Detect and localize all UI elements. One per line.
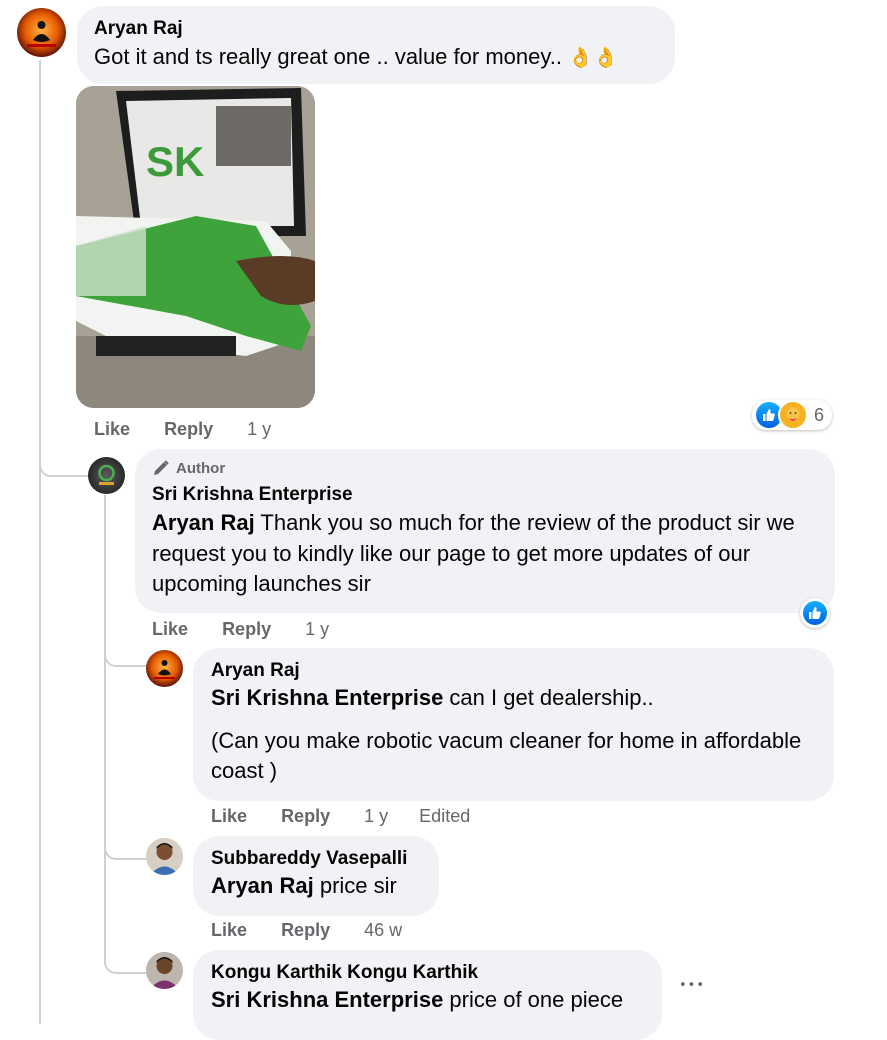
reply-button[interactable]: Reply — [164, 419, 213, 439]
comment-author[interactable]: Subbareddy Vasepalli — [211, 848, 421, 870]
comment-author[interactable]: Sri Krishna Enterprise — [152, 484, 818, 506]
comment-photo[interactable]: SK — [76, 86, 315, 408]
comment-author[interactable]: Aryan Raj — [94, 18, 658, 40]
mention-link[interactable]: Sri Krishna Enterprise — [211, 685, 443, 710]
author-badge-label: Author — [176, 459, 226, 477]
comment-actions: Like Reply 46 w — [211, 920, 402, 941]
pencil-icon — [154, 460, 169, 475]
comment-body: can I get dealership.. — [443, 685, 654, 710]
thread-line-reply — [104, 495, 106, 965]
page-logo-icon — [98, 464, 115, 485]
thread-connector — [104, 645, 146, 667]
reply-button[interactable]: Reply — [281, 806, 330, 826]
timestamp[interactable]: 1 y — [364, 806, 388, 826]
comment-text: Sri Krishna Enterprise can I get dealers… — [211, 683, 816, 714]
svg-text:SK: SK — [146, 138, 204, 185]
avatar[interactable] — [88, 457, 125, 494]
avatar[interactable] — [146, 952, 183, 989]
comment-text: Aryan Raj price sir — [211, 871, 421, 902]
comment-bubble: Author Sri Krishna Enterprise Aryan Raj … — [135, 449, 835, 613]
comment-text-paragraph: (Can you make robotic vacum cleaner for … — [211, 727, 802, 784]
mention-link[interactable]: Aryan Raj — [152, 510, 255, 535]
reply-button[interactable]: Reply — [222, 619, 271, 639]
comment-bubble: Aryan Raj Sri Krishna Enterprise can I g… — [193, 648, 834, 801]
timestamp[interactable]: 1 y — [305, 619, 329, 639]
timestamp[interactable]: 46 w — [364, 920, 402, 940]
mention-link[interactable]: Aryan Raj — [211, 873, 314, 898]
comment-bubble: Subbareddy Vasepalli Aryan Raj price sir — [193, 836, 439, 916]
comment-body: price of one piece — [443, 987, 624, 1012]
comment-author[interactable]: Kongu Karthik Kongu Karthik — [211, 962, 644, 984]
like-reaction-icon[interactable] — [800, 598, 830, 628]
reaction-summary[interactable]: 6 — [752, 400, 832, 430]
comment-body: price sir — [313, 873, 397, 898]
comment-text: Sri Krishna Enterprise price of one piec… — [211, 985, 644, 1016]
more-options-button[interactable]: ••• — [679, 978, 705, 993]
comment-text: Got it and ts really great one .. value … — [94, 42, 658, 73]
author-badge: Author — [152, 459, 818, 477]
comment-actions: Like Reply 1 y — [152, 619, 329, 640]
like-button[interactable]: Like — [94, 419, 130, 439]
like-button[interactable]: Like — [152, 619, 188, 639]
person-photo — [146, 838, 183, 875]
thumbs-up-icon — [803, 601, 827, 625]
reply-button[interactable]: Reply — [281, 920, 330, 940]
avatar[interactable] — [146, 650, 183, 687]
comment-text: Aryan Raj Thank you so much for the revi… — [152, 508, 818, 600]
thread-connector — [104, 952, 146, 974]
avatar[interactable] — [17, 8, 66, 57]
comment-author[interactable]: Aryan Raj — [211, 660, 816, 682]
comment-bubble: Aryan Raj Got it and ts really great one… — [77, 6, 675, 84]
person-photo — [146, 952, 183, 989]
comment-bubble: Kongu Karthik Kongu Karthik Sri Krishna … — [193, 950, 662, 1040]
comment-actions: Like Reply 1 y Edited — [211, 806, 470, 827]
thread-line-main — [39, 60, 41, 1024]
timestamp[interactable]: 1 y — [247, 419, 271, 439]
comment-actions: Like Reply 1 y — [94, 419, 271, 440]
meditation-icon — [154, 660, 175, 679]
comment-body: Got it and ts really great one .. value … — [94, 44, 562, 69]
ok-hand-emoji: 👌👌 — [568, 45, 618, 69]
like-button[interactable]: Like — [211, 920, 247, 940]
thread-connector — [39, 460, 89, 477]
avatar[interactable] — [146, 838, 183, 875]
care-reaction-icon — [778, 400, 808, 430]
meditation-icon — [27, 21, 56, 47]
vacuum-product-image: SK — [76, 86, 315, 408]
edited-label[interactable]: Edited — [419, 806, 470, 826]
thread-connector — [104, 838, 146, 860]
reaction-count: 6 — [814, 404, 825, 425]
mention-link[interactable]: Sri Krishna Enterprise — [211, 987, 443, 1012]
like-button[interactable]: Like — [211, 806, 247, 826]
